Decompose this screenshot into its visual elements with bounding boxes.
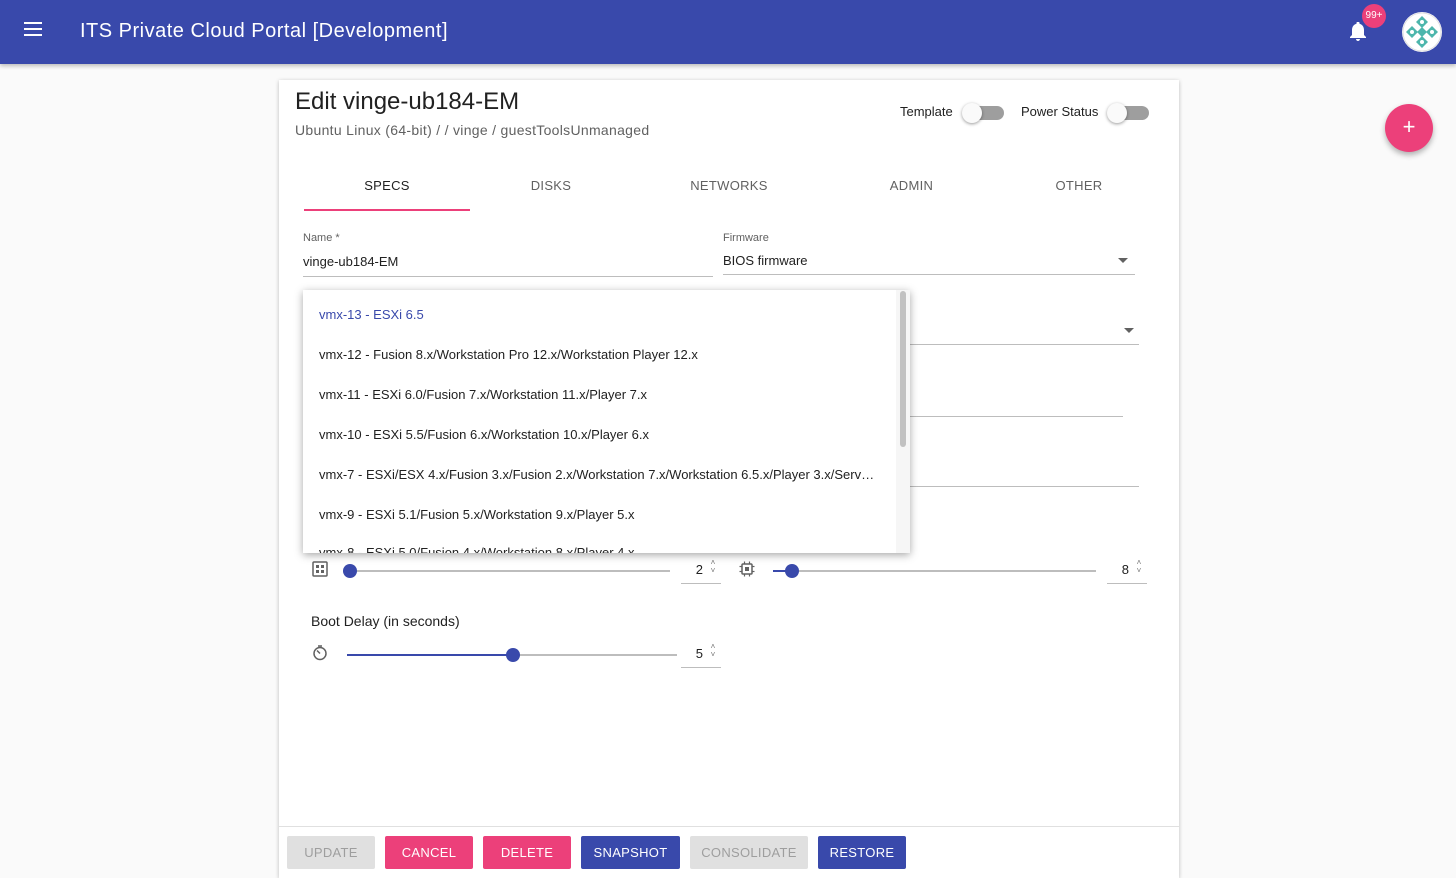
tab-admin[interactable]: ADMIN (829, 178, 994, 208)
plus-icon: + (1402, 114, 1416, 139)
boot-delay-slider-fill (347, 654, 513, 656)
spinner-arrows-icon[interactable]: ˄ ˅ (707, 559, 719, 575)
cpu-number-input[interactable]: 8 ˄ ˅ (1107, 558, 1147, 584)
boot-delay-slider-thumb[interactable] (506, 648, 520, 662)
firmware-dropdown-arrow-icon[interactable] (1118, 258, 1128, 263)
memory-icon (312, 561, 328, 577)
dropdown-option[interactable]: vmx-10 - ESXi 5.5/Fusion 6.x/Workstation… (319, 427, 879, 442)
cpu-slider-track[interactable] (773, 570, 1096, 572)
firmware-select[interactable]: BIOS firmware (723, 253, 808, 268)
active-tab-indicator (304, 209, 470, 211)
edit-vm-card: Edit vinge-ub184-EM Ubuntu Linux (64-bit… (279, 80, 1179, 878)
spinner-arrows-icon[interactable]: ˄ ˅ (1133, 559, 1145, 575)
tab-networks[interactable]: NETWORKS (639, 178, 819, 208)
spinner-arrows-icon[interactable]: ˄ ˅ (707, 643, 719, 659)
template-toggle[interactable] (962, 103, 1006, 124)
dropdown-option[interactable]: vmx-9 - ESXi 5.1/Fusion 5.x/Workstation … (319, 507, 879, 522)
page-title: Edit vinge-ub184-EM (295, 88, 520, 115)
dropdown-scrollbar-thumb[interactable] (900, 291, 906, 447)
power-status-toggle-label: Power Status (1021, 104, 1099, 119)
boot-delay-value: 5 (695, 646, 703, 661)
delete-button[interactable]: DELETE (483, 836, 571, 869)
dropdown-option[interactable]: vmx-8 - ESXi 5.0/Fusion 4.x/Workstation … (319, 545, 879, 553)
tab-other[interactable]: OTHER (999, 178, 1159, 208)
power-status-toggle[interactable] (1107, 103, 1151, 124)
hw-version-dropdown-arrow-icon[interactable] (1124, 328, 1134, 333)
firmware-field-underline (723, 274, 1135, 275)
memory-slider-thumb[interactable] (343, 564, 357, 578)
dropdown-option[interactable]: vmx-12 - Fusion 8.x/Workstation Pro 12.x… (319, 347, 879, 362)
name-field-underline (303, 276, 713, 277)
cpu-slider-thumb[interactable] (785, 564, 799, 578)
name-field[interactable]: vinge-ub184-EM (303, 254, 398, 269)
app-bar: ITS Private Cloud Portal [Development] 9… (0, 0, 1456, 64)
tab-disks[interactable]: DISKS (470, 178, 632, 208)
restore-button[interactable]: RESTORE (818, 836, 906, 869)
notifications-bell-icon[interactable] (1349, 21, 1367, 42)
template-toggle-label: Template (900, 104, 953, 119)
boot-delay-number-input[interactable]: 5 ˄ ˅ (681, 642, 721, 668)
hw-version-field-underline (910, 344, 1139, 345)
memory-slider-track[interactable] (343, 570, 670, 572)
memory-value: 2 (695, 562, 703, 577)
add-fab-button[interactable]: + (1385, 104, 1433, 152)
notification-badge: 99+ (1362, 4, 1386, 28)
hamburger-menu-icon[interactable] (24, 22, 44, 42)
update-button[interactable]: UPDATE (287, 836, 375, 869)
timer-icon (312, 645, 328, 661)
cpu-value: 8 (1121, 562, 1129, 577)
footer-divider (279, 826, 1179, 827)
vm-subtitle: Ubuntu Linux (64-bit) / / vinge / guestT… (295, 122, 650, 138)
snapshot-button[interactable]: SNAPSHOT (581, 836, 680, 869)
hidden-field-underline-2 (910, 486, 1139, 487)
tab-specs[interactable]: SPECS (304, 178, 470, 208)
user-avatar[interactable] (1402, 12, 1442, 52)
hw-version-dropdown-menu: vmx-13 - ESXi 6.5 vmx-12 - Fusion 8.x/Wo… (303, 290, 910, 553)
name-field-label: Name * (303, 232, 340, 244)
dropdown-option[interactable]: vmx-7 - ESXi/ESX 4.x/Fusion 3.x/Fusion 2… (319, 467, 879, 482)
hidden-field-underline-1 (910, 416, 1123, 417)
dropdown-option[interactable]: vmx-11 - ESXi 6.0/Fusion 7.x/Workstation… (319, 387, 879, 402)
memory-number-input[interactable]: 2 ˄ ˅ (681, 558, 721, 584)
app-title: ITS Private Cloud Portal [Development] (80, 20, 449, 42)
boot-delay-label: Boot Delay (in seconds) (311, 613, 460, 629)
dropdown-option[interactable]: vmx-13 - ESXi 6.5 (319, 307, 879, 322)
cancel-button[interactable]: CANCEL (385, 836, 473, 869)
firmware-field-label: Firmware (723, 232, 769, 244)
consolidate-button[interactable]: CONSOLIDATE (690, 836, 808, 869)
cpu-chip-icon (739, 561, 755, 577)
